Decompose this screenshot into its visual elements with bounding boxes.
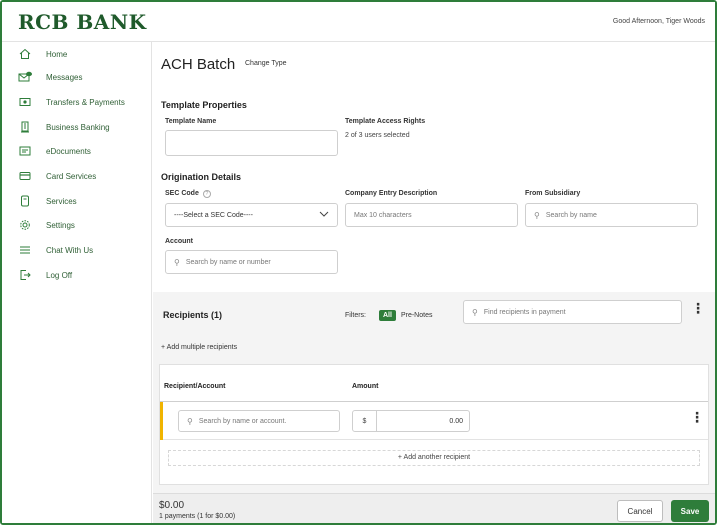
- recipients-menu-icon[interactable]: ⋮: [691, 301, 705, 315]
- sidebar-item-label: eDocuments: [46, 146, 91, 156]
- account-placeholder: Search by name or number: [185, 258, 271, 266]
- sidebar-item-settings[interactable]: Settings: [18, 217, 75, 233]
- search-icon: ⚲: [534, 210, 540, 220]
- recipient-search-placeholder: Search by name or account.: [198, 417, 287, 425]
- search-icon: ⚲: [472, 307, 478, 317]
- cancel-button[interactable]: Cancel: [617, 500, 663, 522]
- sidebar-item-label: Business Banking: [46, 122, 110, 132]
- main-content: ACH Batch Change Type Template Propertie…: [153, 42, 715, 523]
- search-icon: ⚲: [187, 416, 193, 426]
- sidebar-item-business-banking[interactable]: Business Banking: [18, 119, 110, 135]
- payment-summary: 1 payments (1 for $0.00): [159, 513, 236, 520]
- company-entry-label: Company Entry Description: [345, 190, 438, 197]
- template-name-input[interactable]: [165, 130, 338, 156]
- chat-icon: [18, 243, 32, 257]
- sidebar-item-label: Chat With Us: [46, 245, 94, 255]
- recipient-filters: Filters: All Pre-Notes: [345, 310, 432, 321]
- recipients-section: Recipients (1) Filters: All Pre-Notes ⚲ …: [153, 292, 715, 523]
- envelope-icon: [18, 70, 32, 84]
- sidebar-item-label: Settings: [46, 220, 75, 230]
- company-entry-input[interactable]: Max 10 characters: [345, 203, 518, 227]
- from-subsidiary-placeholder: Search by name: [545, 211, 597, 219]
- bank-logo[interactable]: RCB BANK: [18, 10, 147, 34]
- account-search-input[interactable]: ⚲ Search by name or number: [165, 250, 338, 274]
- add-multiple-recipients-link[interactable]: + Add multiple recipients: [161, 344, 237, 351]
- template-properties-heading: Template Properties: [161, 100, 247, 110]
- document-icon: [18, 144, 32, 158]
- summary-footer: $0.00 1 payments (1 for $0.00) Cancel Sa…: [153, 493, 715, 523]
- template-name-label: Template Name: [165, 118, 217, 125]
- transfer-icon: [18, 95, 32, 109]
- column-recipient-account: Recipient/Account: [164, 383, 226, 390]
- sidebar-item-label: Home: [46, 49, 68, 59]
- page-title: ACH Batch: [161, 56, 236, 73]
- account-label: Account: [165, 238, 193, 245]
- recipient-search-input[interactable]: ⚲ Search by name or account.: [178, 410, 340, 432]
- sidebar-item-card-services[interactable]: Card Services: [18, 168, 96, 184]
- payment-total: $0.00: [159, 500, 185, 511]
- sidebar-item-logoff[interactable]: Log Off: [18, 267, 72, 283]
- sidebar-item-transfers[interactable]: Transfers & Payments: [18, 94, 125, 110]
- change-type-link[interactable]: Change Type: [245, 60, 287, 67]
- currency-symbol: $: [353, 411, 377, 431]
- filter-all-button[interactable]: All: [379, 310, 396, 321]
- origination-heading: Origination Details: [161, 172, 242, 182]
- sidebar-item-label: Card Services: [46, 171, 97, 181]
- filters-label: Filters:: [345, 312, 366, 319]
- chevron-down-icon: [319, 211, 329, 219]
- sec-code-label-text: SEC Code: [165, 190, 199, 197]
- access-rights-value[interactable]: 2 of 3 users selected: [345, 132, 410, 139]
- user-greeting: Good Afternoon, Tiger Woods: [612, 18, 705, 25]
- card-icon: [18, 169, 32, 183]
- home-icon: [18, 47, 32, 61]
- sidebar-item-chat[interactable]: Chat With Us: [18, 242, 93, 258]
- gear-icon: [18, 218, 32, 232]
- amount-value: 0.00: [449, 417, 463, 425]
- filter-prenotes-button[interactable]: Pre-Notes: [401, 312, 433, 319]
- services-icon: [18, 194, 32, 208]
- column-amount: Amount: [352, 383, 379, 390]
- building-icon: [18, 120, 32, 134]
- from-subsidiary-input[interactable]: ⚲ Search by name: [525, 203, 698, 227]
- search-icon: ⚲: [174, 257, 180, 267]
- logout-icon: [18, 268, 32, 282]
- row-status-indicator: [160, 402, 163, 440]
- help-icon[interactable]: ?: [202, 190, 211, 198]
- sidebar-nav: Home Messages Transfers & Payments Busin…: [2, 42, 152, 523]
- row-menu-icon[interactable]: ⋮: [690, 410, 704, 424]
- recipients-table: Recipient/Account Amount ⚲ Search by nam…: [159, 364, 709, 485]
- sidebar-item-label: Services: [46, 196, 77, 206]
- company-entry-placeholder: Max 10 characters: [354, 211, 412, 219]
- sidebar-item-edocuments[interactable]: eDocuments: [18, 143, 91, 159]
- sidebar-item-label: Transfers & Payments: [46, 97, 125, 107]
- find-recipients-placeholder: Find recipients in payment: [483, 308, 566, 316]
- sidebar-item-services[interactable]: Services: [18, 193, 77, 209]
- add-another-recipient-button[interactable]: + Add another recipient: [168, 450, 700, 466]
- sec-code-select[interactable]: ----Select a SEC Code----: [165, 203, 338, 227]
- sec-code-selected: ----Select a SEC Code----: [174, 211, 253, 219]
- amount-input[interactable]: $ 0.00: [352, 410, 470, 432]
- sidebar-item-home[interactable]: Home: [18, 46, 67, 62]
- recipients-title: Recipients (1): [163, 310, 223, 320]
- access-rights-label: Template Access Rights: [345, 118, 426, 125]
- sidebar-item-label: Messages: [46, 72, 83, 82]
- from-subsidiary-label: From Subsidiary: [525, 190, 581, 197]
- sec-code-label: SEC Code?: [165, 190, 211, 198]
- find-recipients-input[interactable]: ⚲ Find recipients in payment: [463, 300, 682, 324]
- sidebar-item-label: Log Off: [46, 270, 73, 280]
- table-row: ⚲ Search by name or account. $ 0.00 ⋮: [160, 402, 708, 440]
- save-button[interactable]: Save: [671, 500, 709, 522]
- sidebar-item-messages[interactable]: Messages: [18, 69, 82, 85]
- top-header: RCB BANK Good Afternoon, Tiger Woods: [2, 2, 715, 42]
